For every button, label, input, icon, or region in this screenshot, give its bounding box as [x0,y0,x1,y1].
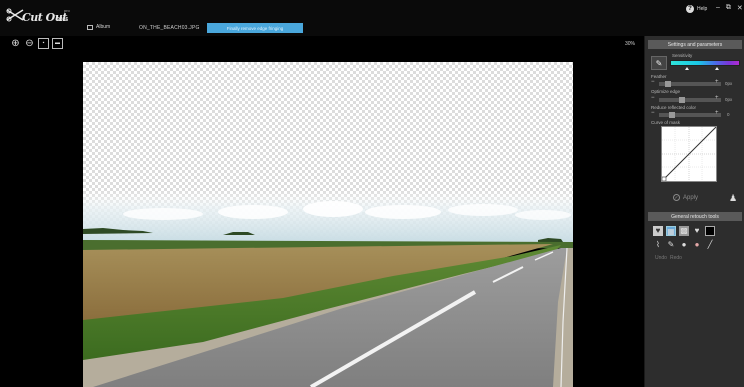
album-icon [87,24,93,30]
optimize-edge-value: 0px [725,97,733,102]
reduce-reflected-plus-button[interactable]: + [715,110,719,116]
settings-header: Settings and parameters [648,40,742,49]
file-name-tab[interactable]: ON_THE_BEACH03.JPG [139,25,200,31]
optimize-edge-minus-button[interactable]: − [651,95,655,101]
restore-button[interactable]: ⧉ [726,4,731,12]
eyedropper-button[interactable]: ✎ [651,56,667,70]
help-label: Help [697,6,708,12]
person-preview-icon[interactable]: ♟ [729,193,737,204]
album-label: Album [96,24,111,30]
zoom-out-icon[interactable]: ⊖ [24,38,35,49]
sensitivity-color-bar[interactable] [670,60,740,66]
brush-icon[interactable]: ✎ [666,240,676,250]
black-background-icon[interactable] [705,226,715,236]
feather-minus-button[interactable]: − [651,79,655,85]
zoom-level: 30% [625,41,636,47]
pen-icon[interactable]: ╱ [705,240,715,250]
curve-of-mask-label: Curve of mask [651,120,681,125]
feather-plus-button[interactable]: + [715,79,719,85]
image-canvas[interactable] [83,62,573,387]
retouch-header: General retouch tools [648,212,742,221]
sensitivity-handle-left[interactable] [685,67,689,70]
eyedropper-icon: ✎ [655,58,663,68]
apply-label: Apply [683,194,699,201]
apply-check-icon: ✓ [673,194,680,201]
sensitivity-handle-right[interactable] [715,67,719,70]
minimize-button[interactable]: – [716,4,720,12]
mask-curve-graph[interactable] [661,126,717,182]
pattern-background-icon[interactable]: ▩ [679,226,689,236]
app-edition: pro [64,8,70,13]
close-button[interactable]: ✕ [737,4,743,12]
optimize-edge-slider-knob[interactable] [679,97,685,103]
apply-button[interactable]: ✓ Apply [673,194,698,201]
finally-remove-edge-fringing-button[interactable]: Finally remove edge fringing [207,23,303,33]
zoom-in-icon[interactable]: ⊕ [10,38,21,49]
optimize-edge-slider[interactable] [659,97,721,103]
album-button[interactable]: Album [87,24,110,30]
preview-icon[interactable]: ▬ [52,38,63,49]
lasso-icon[interactable]: ⌇ [653,240,663,250]
feather-slider[interactable] [659,81,721,87]
reduce-reflected-slider-knob[interactable] [669,112,675,118]
heart-shape-icon[interactable]: ♥ [692,226,702,236]
checker-background-icon[interactable]: ▦ [666,226,676,236]
app-year: 2016 [57,17,69,23]
reduce-reflected-slider[interactable] [659,112,721,118]
help-icon: ? [686,5,694,13]
sensitivity-label: Sensitivity [672,53,693,58]
title-bar: Cut Out pro 2016 Album ON_THE_BEACH03.JP… [0,0,744,36]
reduce-reflected-minus-button[interactable]: − [651,110,655,116]
heal-icon[interactable]: ● [692,240,702,250]
app-logo: Cut Out pro 2016 [6,6,74,26]
photo-road-landscape [83,190,573,387]
feather-value: 0px [725,81,733,86]
settings-panel: Settings and parameters ✎ Sensitivity Fe… [644,36,744,387]
undo-button[interactable]: Undo [655,255,667,261]
redo-button[interactable]: Redo [670,255,682,261]
heart-brush-icon[interactable]: ♥ [653,226,663,236]
optimize-edge-plus-button[interactable]: + [715,95,719,101]
ball-icon[interactable]: ● [679,240,689,250]
view-toolbar: ⊕ ⊖ ▪ ▬ [10,38,63,49]
help-button[interactable]: ? Help [686,5,707,13]
fit-to-window-icon[interactable]: ▪ [38,38,49,49]
optimize-edge-label: Optimize edge [651,89,681,94]
reduce-reflected-label: Reduce reflected color [651,105,697,110]
reduce-reflected-value: 0 [727,112,730,117]
feather-slider-knob[interactable] [665,81,671,87]
window-controls: – ⧉ ✕ [716,4,743,12]
